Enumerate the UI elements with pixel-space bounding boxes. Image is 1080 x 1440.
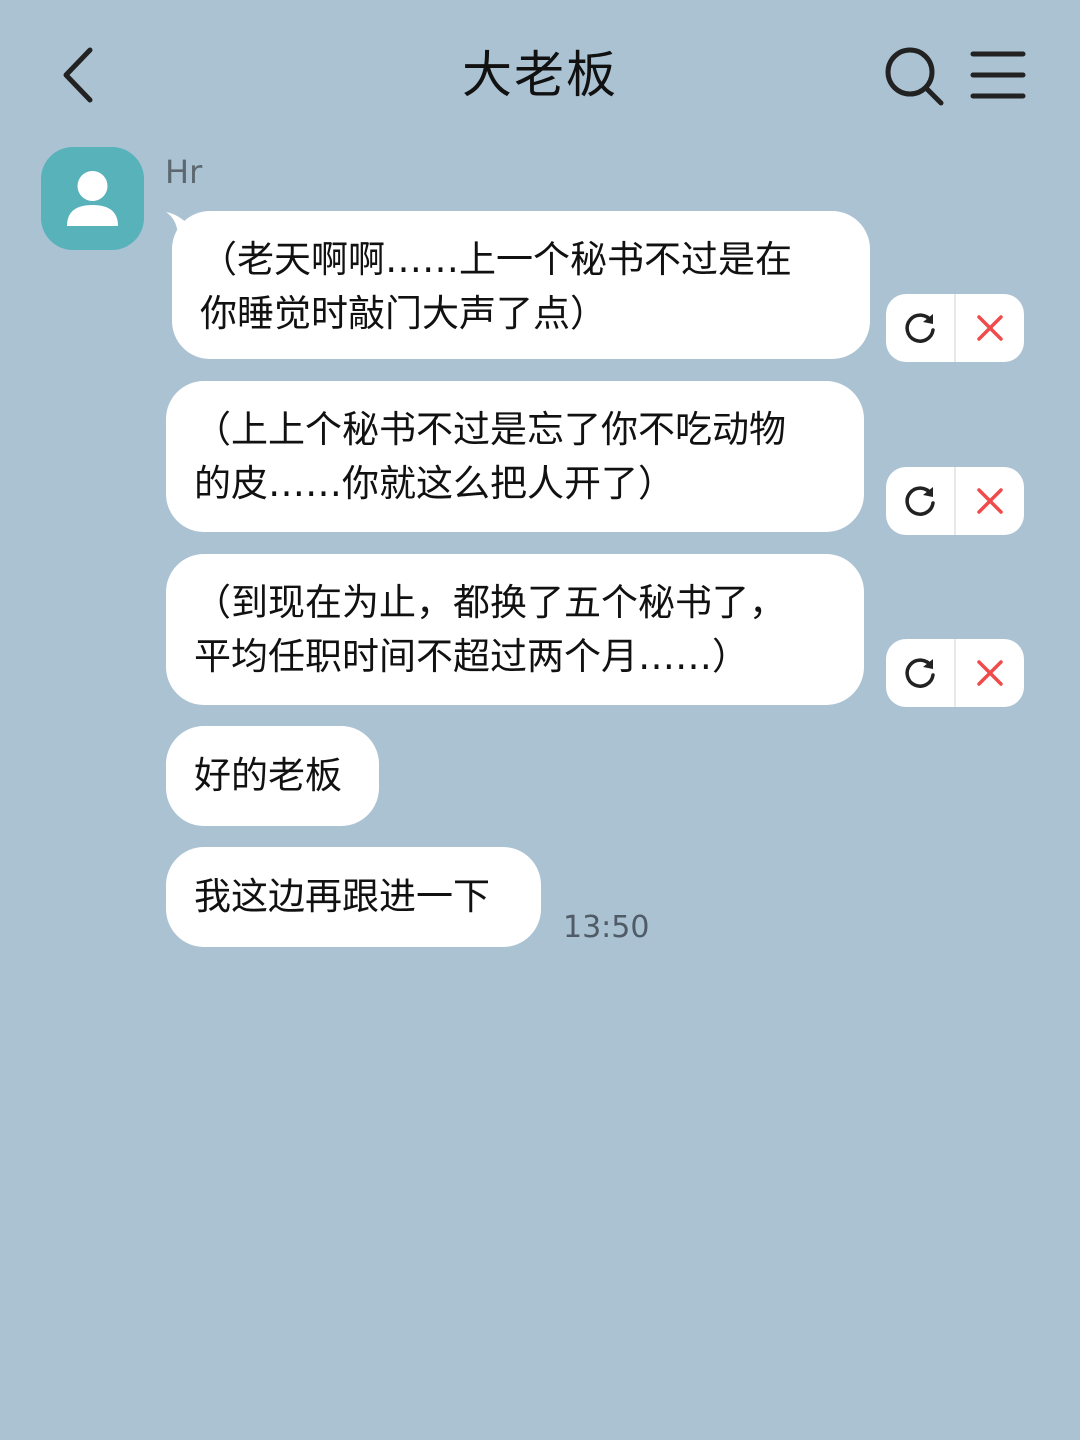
menu-icon (970, 51, 1026, 99)
retry-button[interactable] (886, 467, 954, 535)
search-icon (885, 47, 944, 106)
message-actions (886, 294, 1024, 362)
menu-button[interactable] (968, 48, 1028, 104)
message-line: （老天啊啊……上一个秘书不过是在 (200, 238, 792, 281)
refresh-icon (905, 486, 935, 516)
message-bubble[interactable]: （到现在为止，都换了五个秘书了， 平均任职时间不超过两个月……） (166, 554, 864, 705)
message-line: 你睡觉时敲门大声了点） (200, 292, 607, 335)
close-icon (977, 660, 1003, 686)
close-icon (977, 488, 1003, 514)
avatar[interactable] (41, 147, 144, 250)
message-bubble[interactable]: 我这边再跟进一下 (166, 847, 541, 947)
message-actions (886, 467, 1024, 535)
delete-button[interactable] (954, 294, 1024, 362)
retry-button[interactable] (886, 639, 954, 707)
message-bubble[interactable]: 好的老板 (166, 726, 379, 826)
person-icon (67, 171, 118, 226)
message-bubble[interactable]: （上上个秘书不过是忘了你不吃动物 的皮……你就这么把人开了） (166, 381, 864, 532)
close-icon (977, 315, 1003, 341)
message-actions (886, 639, 1024, 707)
search-button[interactable] (882, 44, 946, 108)
message-line: 好的老板 (194, 754, 342, 797)
refresh-icon (905, 658, 935, 688)
message-line: 平均任职时间不超过两个月……） (194, 635, 749, 678)
message-line: （上上个秘书不过是忘了你不吃动物 (194, 408, 786, 451)
message-bubble[interactable]: （老天啊啊……上一个秘书不过是在 你睡觉时敲门大声了点） (172, 211, 870, 359)
message-line: 的皮……你就这么把人开了） (194, 462, 675, 505)
message-timestamp: 13:50 (563, 910, 650, 945)
delete-button[interactable] (954, 467, 1024, 535)
message-line: 我这边再跟进一下 (194, 875, 490, 918)
message-line: （到现在为止，都换了五个秘书了， (194, 581, 786, 624)
retry-button[interactable] (886, 294, 954, 362)
chat-header: 大老板 (0, 0, 1080, 150)
sender-name: Hr (165, 153, 203, 191)
delete-button[interactable] (954, 639, 1024, 707)
refresh-icon (905, 313, 935, 343)
